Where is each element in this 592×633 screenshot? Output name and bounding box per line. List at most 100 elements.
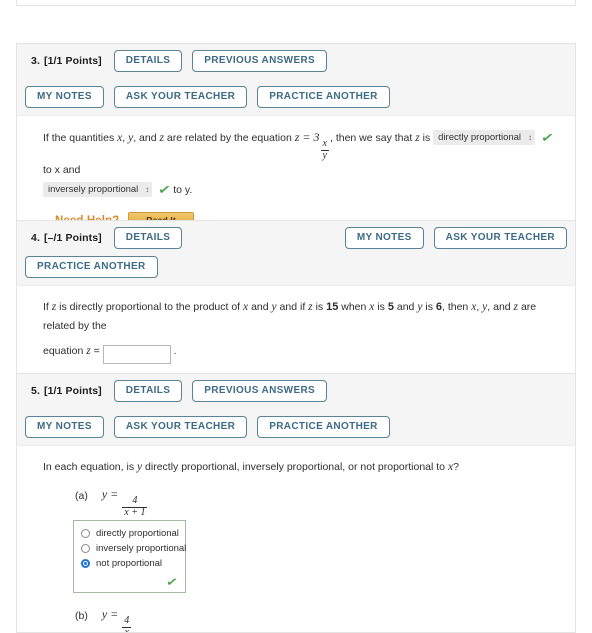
question-block-3: 3.[1/1 Points] DETAILS PREVIOUS ANSWERS … (16, 43, 576, 244)
question-3-content: If the quantities x, y, and z are relate… (43, 126, 563, 229)
q4-var-y1: y (272, 301, 277, 313)
q4-var-z2: z (308, 301, 312, 313)
q4-equation-line: equation z = . (43, 345, 177, 357)
radio-inversely-proportional-a[interactable] (81, 544, 90, 553)
q3-var-z: z (159, 132, 163, 144)
q5-var-y: y (137, 461, 142, 473)
question-4-number-points: 4. [–/1 Points] (25, 232, 104, 244)
q5-prompt-3: ? (453, 461, 459, 473)
details-button-q4[interactable]: DETAILS (114, 227, 183, 249)
q4-text-7: is (377, 301, 385, 313)
part-b-equation-lead: y = (102, 607, 118, 621)
q3-fraction-denominator: y (321, 151, 329, 162)
part-a-grade-row: ✓ (81, 571, 178, 588)
radio-option[interactable]: inversely proportional (81, 541, 178, 556)
radio-not-proportional-a[interactable] (81, 559, 90, 568)
details-button-q5[interactable]: DETAILS (114, 380, 183, 402)
my-notes-button-q4[interactable]: MY NOTES (345, 227, 424, 249)
q3-text-to-x: to x and (43, 164, 80, 176)
my-notes-button-q3[interactable]: MY NOTES (25, 86, 104, 108)
part-b-letter: (b) (75, 607, 88, 622)
question-3-points: [1/1 Points] (44, 55, 102, 67)
q4-text-4: and if (280, 301, 306, 313)
question-5-points: [1/1 Points] (44, 385, 102, 397)
question-5-part-a: (a) y = 4x + 1 directly proportional inv… (73, 487, 563, 593)
correct-check-icon-part-a: ✓ (165, 574, 179, 589)
q4-text-8: and (397, 301, 415, 313)
q4-var-z1: z (52, 301, 56, 313)
q5-prompt-1: In each equation, is (43, 461, 134, 473)
answer-input-q4[interactable] (103, 345, 171, 364)
question-3-statement: If the quantities x, y, and z are relate… (43, 128, 563, 200)
question-5-number-points: 5. [1/1 Points] (25, 385, 104, 397)
q4-var-x2: x (369, 301, 374, 313)
chevron-updown-icon: ↕ (528, 134, 531, 142)
question-4-points: [–/1 Points] (44, 232, 102, 244)
part-b-equation-row: (b) y = 4x (73, 607, 563, 633)
practice-another-button-q5[interactable]: PRACTICE ANOTHER (257, 416, 390, 438)
q4-text-2: is directly proportional to the product … (59, 301, 240, 313)
question-5-body: In each equation, is y directly proporti… (17, 446, 575, 633)
question-5-content: In each equation, is y directly proporti… (43, 456, 563, 633)
question-5-header: 5.[1/1 Points] DETAILS PREVIOUS ANSWERS … (17, 374, 575, 446)
correct-check-icon-1: ✓ (540, 127, 555, 147)
part-a-radio-group: directly proportional inversely proporti… (73, 520, 186, 593)
q4-comma-a: , (476, 301, 479, 313)
part-a-fraction: 4x + 1 (122, 496, 147, 518)
chevron-updown-icon: ↕ (145, 186, 148, 194)
proportionality-select-1[interactable]: directly proportional ↕ (433, 130, 535, 145)
q4-var-z3: z (514, 301, 518, 313)
q4-text-1: If (43, 301, 49, 313)
part-a-letter: (a) (75, 487, 88, 502)
q3-text-2: are related by the equation (167, 132, 292, 144)
correct-check-icon-2: ✓ (157, 179, 172, 199)
question-5-number: 5. (31, 385, 40, 397)
radio-option[interactable]: not proportional (81, 556, 178, 571)
radio-label-directly-proportional-a: directly proportional (96, 528, 179, 539)
q3-text-1: If the quantities (43, 132, 114, 144)
radio-directly-proportional-a[interactable] (81, 529, 90, 538)
details-button-q3[interactable]: DETAILS (114, 50, 183, 72)
radio-label-inversely-proportional-a: inversely proportional (96, 543, 186, 554)
my-notes-button-q5[interactable]: MY NOTES (25, 416, 104, 438)
part-b-fraction-numerator: 4 (122, 616, 131, 628)
previous-question-stub (16, 0, 576, 6)
q4-text-5: is (316, 301, 324, 313)
practice-another-button-q4[interactable]: PRACTICE ANOTHER (25, 256, 158, 278)
radio-option[interactable]: directly proportional (81, 526, 178, 541)
q4-value-5: 5 (388, 301, 394, 313)
question-3-number-points: 3. [1/1 Points] (25, 55, 104, 67)
question-4-number: 4. (31, 232, 40, 244)
q3-text-3: , then we say that (330, 132, 412, 144)
part-a-fraction-numerator: 4 (122, 496, 147, 508)
part-a-equation: y = 4x + 1 (102, 487, 149, 518)
question-5-prompt: In each equation, is y directly proporti… (43, 458, 563, 477)
q3-text-and: , and (133, 132, 156, 144)
q4-text-9: is (425, 301, 433, 313)
question-3-number: 3. (31, 55, 40, 67)
q4-text-equation: equation (43, 345, 83, 357)
ask-your-teacher-button-q5[interactable]: ASK YOUR TEACHER (114, 416, 247, 438)
q3-text-is: is (423, 132, 431, 144)
previous-answers-button-q5[interactable]: PREVIOUS ANSWERS (192, 380, 327, 402)
practice-another-button-q3[interactable]: PRACTICE ANOTHER (257, 86, 390, 108)
radio-label-not-proportional-a: not proportional (96, 558, 162, 569)
q4-equals-sign: = (94, 345, 100, 357)
q4-comma-b: , and (487, 301, 510, 313)
proportionality-select-2-value: inversely proportional (48, 183, 138, 196)
part-a-equation-lead: y = (102, 487, 118, 501)
proportionality-select-1-value: directly proportional (438, 131, 521, 144)
q3-fraction-numerator: x (321, 139, 329, 151)
q3-equation: z = 3xy (295, 130, 330, 144)
q3-var-z2: z (415, 132, 419, 144)
question-5-part-b: (b) y = 4x directly proportional (73, 607, 563, 633)
q4-var-x1: x (243, 301, 248, 313)
ask-your-teacher-button-q4[interactable]: ASK YOUR TEACHER (434, 227, 567, 249)
proportionality-select-2[interactable]: inversely proportional ↕ (43, 182, 152, 197)
q3-text-to-y: to y. (173, 184, 192, 196)
part-b-equation: y = 4x (102, 607, 132, 633)
question-4-statement: If z is directly proportional to the pro… (43, 298, 563, 366)
q4-var-y2: y (417, 301, 422, 313)
ask-your-teacher-button-q3[interactable]: ASK YOUR TEACHER (114, 86, 247, 108)
previous-answers-button-q3[interactable]: PREVIOUS ANSWERS (192, 50, 327, 72)
